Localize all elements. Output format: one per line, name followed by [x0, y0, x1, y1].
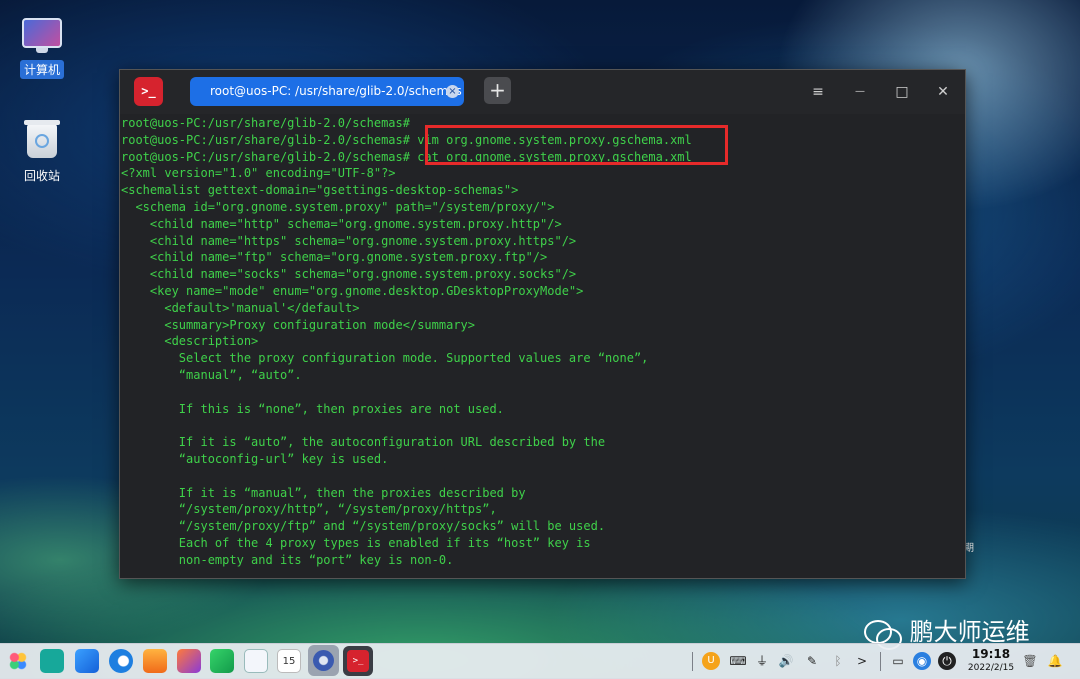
close-tab-icon[interactable]: × [446, 85, 459, 98]
terminal-line: non-empty and its “port” key is non-0. [121, 552, 454, 567]
terminal-icon[interactable]: >_ [343, 646, 373, 676]
desktop-icon-computer[interactable]: 计算机 [7, 18, 77, 79]
launcher-icon[interactable] [6, 649, 30, 673]
music-icon[interactable] [210, 649, 234, 673]
terminal-line: <child name="http" schema="org.gnome.sys… [121, 216, 562, 231]
terminal-line: “/system/proxy/ftp” and “/system/proxy/s… [121, 519, 606, 534]
terminal-line: <child name="https" schema="org.gnome.sy… [121, 233, 577, 248]
terminal-line: If it is “auto”, the autoconfiguration U… [121, 435, 606, 450]
screen-icon[interactable]: ▭ [889, 652, 907, 670]
terminal-line: <key name="mode" enum="org.gnome.desktop… [121, 284, 584, 298]
calendar-day: 15 [282, 656, 296, 667]
volume-icon[interactable]: 🔊 [777, 652, 795, 670]
trash-icon[interactable]: 🗑 [1021, 652, 1039, 670]
terminal-window[interactable]: >_ root@uos-PC: /usr/share/glib-2.0/sche… [119, 69, 966, 579]
title-bar[interactable]: >_ root@uos-PC: /usr/share/glib-2.0/sche… [120, 70, 965, 114]
network-icon[interactable]: ◉ [913, 652, 931, 670]
terminal-line: <schemalist gettext-domain="gsettings-de… [121, 183, 519, 198]
input-method-icon[interactable]: U [702, 652, 720, 670]
power-icon[interactable]: ⏻ [938, 652, 956, 670]
browser-icon[interactable] [109, 649, 133, 673]
terminal-output[interactable]: root@uos-PC:/usr/share/glib-2.0/schemas#… [120, 114, 965, 578]
terminal-line: <schema id="org.gnome.system.proxy" path… [121, 200, 555, 214]
minimize-button[interactable]: — [849, 81, 871, 103]
terminal-app-icon: >_ [134, 77, 163, 106]
clock-date: 2022/2/15 [967, 663, 1015, 673]
image-viewer-icon[interactable] [177, 649, 201, 673]
expand-icon[interactable]: > [853, 652, 871, 670]
maximize-button[interactable]: □ [891, 81, 913, 103]
tab-title: root@uos-PC: /usr/share/glib-2.0/schemas [210, 84, 462, 98]
taskbar: 15 >_ U ⌨ ⏚ 🔊 ✎ ᛒ > ▭ ◉ ⏻ 19:18 2022/2/1… [0, 643, 1080, 679]
calendar-icon[interactable]: 15 [277, 649, 301, 673]
terminal-line: Each of the 4 proxy types is enabled if … [121, 536, 591, 550]
terminal-line: <child name="ftp" schema="org.gnome.syst… [121, 250, 548, 265]
terminal-line: root@uos-PC:/usr/share/glib-2.0/schemas# [121, 116, 410, 130]
trash-icon [24, 120, 60, 158]
terminal-line: <?xml version="1.0" encoding="UTF-8"?> [121, 166, 396, 181]
new-tab-button[interactable]: + [484, 77, 511, 104]
computer-icon [22, 18, 62, 53]
desktop-icon-label: 回收站 [23, 169, 60, 183]
watermark-text: 鹏大师运维 [909, 618, 1030, 646]
multitask-view-icon[interactable] [40, 649, 64, 673]
keyboard-icon[interactable]: ⌨ [729, 652, 747, 670]
app-store-icon[interactable] [75, 649, 99, 673]
pen-icon[interactable]: ✎ [803, 652, 821, 670]
desktop-icon-trash[interactable]: 回收站 [7, 120, 77, 185]
settings-icon[interactable] [308, 645, 339, 676]
terminal-line: “autoconfig-url” key is used. [121, 452, 389, 466]
clock-time: 19:18 [971, 647, 1011, 661]
terminal-line: <child name="socks" schema="org.gnome.sy… [121, 267, 577, 282]
terminal-line: <summary>Proxy configuration mode</summa… [121, 317, 476, 332]
tab-terminal-session[interactable]: root@uos-PC: /usr/share/glib-2.0/schemas… [190, 77, 464, 106]
terminal-line: <default>'manual'</default> [121, 300, 360, 315]
terminal-line: If this is “none”, then proxies are not … [121, 401, 504, 416]
clock[interactable]: 19:18 2022/2/15 [962, 647, 1020, 674]
terminal-line: “/system/proxy/http”, “/system/proxy/htt… [121, 502, 497, 517]
desktop-icon-label: 计算机 [19, 60, 64, 79]
bluetooth-icon[interactable]: ᛒ [829, 652, 847, 670]
taskbar-separator [880, 652, 881, 671]
document-viewer-icon[interactable] [244, 649, 268, 673]
terminal-line: “manual”, “auto”. [121, 368, 302, 382]
terminal-line: <description> [121, 334, 259, 349]
taskbar-separator [692, 652, 693, 671]
menu-button[interactable]: ≡ [807, 81, 829, 103]
file-manager-icon[interactable] [143, 649, 167, 673]
usb-icon[interactable]: ⏚ [753, 652, 771, 670]
highlight-annotation-box [425, 125, 728, 165]
terminal-line: Select the proxy configuration mode. Sup… [121, 351, 649, 366]
terminal-line: If it is “manual”, then the proxies desc… [121, 485, 526, 500]
notification-icon[interactable]: 🔔 [1046, 652, 1064, 670]
close-button[interactable]: ✕ [932, 81, 954, 103]
terminal-glyph: >_ [347, 650, 369, 672]
